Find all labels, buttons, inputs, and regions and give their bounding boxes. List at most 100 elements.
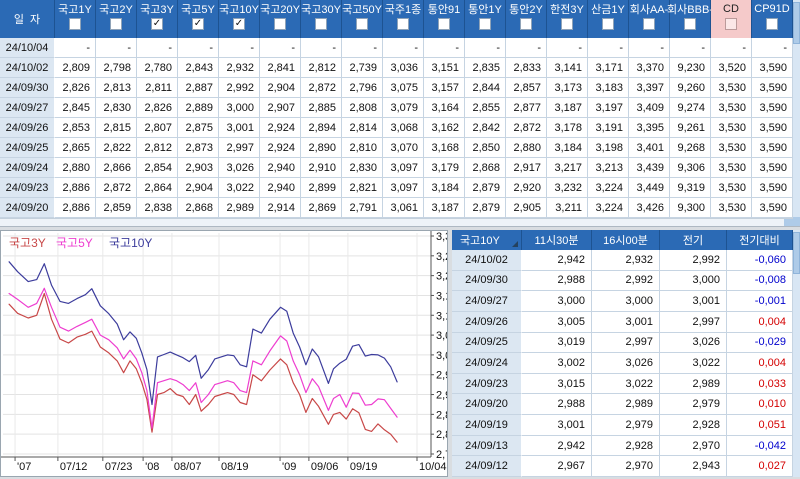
column-checkbox[interactable]: ✓ bbox=[151, 18, 163, 30]
table-row[interactable]: 24/09/122,9672,9702,9430,027 bbox=[452, 456, 793, 477]
yield-value-cell: 9,319 bbox=[670, 178, 711, 198]
column-checkbox[interactable] bbox=[561, 18, 573, 30]
column-header[interactable]: 산금1Y bbox=[588, 0, 629, 38]
yield-value-cell: - bbox=[424, 38, 465, 58]
column-header[interactable]: 전기 bbox=[660, 230, 727, 250]
column-header[interactable]: 국고10Y bbox=[452, 230, 522, 250]
yield-value-cell: 2,886 bbox=[55, 198, 96, 218]
y-tick-label: 3,150 bbox=[436, 290, 447, 302]
vertical-scrollbar[interactable] bbox=[793, 0, 800, 226]
column-checkbox[interactable] bbox=[438, 18, 450, 30]
scrollbar-thumb[interactable] bbox=[793, 2, 800, 44]
column-checkbox[interactable]: ✓ bbox=[192, 18, 204, 30]
yield-value-cell: 3,590 bbox=[752, 98, 793, 118]
table-row[interactable]: 24/09/252,8652,8222,8122,8732,9972,9242,… bbox=[0, 138, 793, 158]
table-row[interactable]: 24/09/242,8802,8662,8542,9033,0262,9402,… bbox=[0, 158, 793, 178]
x-tick-label: 07/12 bbox=[60, 461, 88, 473]
x-tick-label: 08/07 bbox=[174, 461, 202, 473]
column-header[interactable]: 국주1종 bbox=[383, 0, 424, 38]
column-header[interactable]: 회사AA- bbox=[629, 0, 670, 38]
column-checkbox[interactable] bbox=[643, 18, 655, 30]
horizontal-scrollbar[interactable] bbox=[0, 218, 793, 226]
column-header[interactable]: 국고1Y bbox=[55, 0, 96, 38]
table-row[interactable]: 24/09/262,8532,8152,8072,8753,0012,9242,… bbox=[0, 118, 793, 138]
column-checkbox[interactable] bbox=[725, 18, 737, 30]
table-row[interactable]: 24/10/04------------------ bbox=[0, 38, 793, 58]
table-row[interactable]: 24/09/263,0053,0012,9970,004 bbox=[452, 312, 793, 333]
scroll-down-button[interactable] bbox=[793, 217, 800, 226]
column-header[interactable]: 전기대비 bbox=[727, 230, 793, 250]
column-header[interactable]: 국고50Y bbox=[342, 0, 383, 38]
column-checkbox[interactable] bbox=[684, 18, 696, 30]
yield-value-cell: 9,268 bbox=[670, 138, 711, 158]
table-row[interactable]: 24/09/272,8452,8302,8262,8893,0002,9072,… bbox=[0, 98, 793, 118]
column-header[interactable]: CP91D bbox=[752, 0, 793, 38]
table-row[interactable]: 24/09/253,0192,9973,026-0,029 bbox=[452, 333, 793, 354]
yield-value-cell: 3,530 bbox=[711, 138, 752, 158]
yield-value-cell: 3,000 bbox=[660, 271, 727, 292]
column-header[interactable]: 국고5Y✓ bbox=[178, 0, 219, 38]
column-checkbox[interactable] bbox=[356, 18, 368, 30]
yield-value-cell: 2,830 bbox=[342, 158, 383, 178]
yield-value-cell: 2,826 bbox=[137, 98, 178, 118]
column-header[interactable]: 통안91 bbox=[424, 0, 465, 38]
column-checkbox[interactable] bbox=[520, 18, 532, 30]
column-header[interactable]: 11시30분 bbox=[522, 230, 592, 250]
yield-value-cell: 3,211 bbox=[547, 198, 588, 218]
column-header[interactable]: CD bbox=[711, 0, 752, 38]
y-tick-label: 3,050 bbox=[436, 330, 447, 342]
table-row[interactable]: 24/10/022,8092,7982,7802,8432,9322,8412,… bbox=[0, 58, 793, 78]
column-checkbox[interactable] bbox=[315, 18, 327, 30]
yield-value-cell: 3,590 bbox=[752, 78, 793, 98]
yield-value-cell: 2,838 bbox=[137, 198, 178, 218]
table-row[interactable]: 24/09/193,0012,9792,9280,051 bbox=[452, 415, 793, 436]
column-checkbox[interactable] bbox=[397, 18, 409, 30]
yield-value-cell: 2,904 bbox=[178, 178, 219, 198]
table-row[interactable]: 24/09/273,0003,0003,001-0,001 bbox=[452, 291, 793, 312]
table-row[interactable]: 24/09/202,9882,9892,9790,010 bbox=[452, 394, 793, 415]
yield-value-cell: 3,520 bbox=[711, 58, 752, 78]
vertical-scrollbar[interactable] bbox=[793, 230, 800, 477]
table-row[interactable]: 24/09/202,8862,8592,8382,8682,9892,9142,… bbox=[0, 198, 793, 218]
x-tick-label: '08 bbox=[145, 461, 159, 473]
yield-value-cell: 2,809 bbox=[55, 58, 96, 78]
yield-value-cell: 2,821 bbox=[342, 178, 383, 198]
column-header[interactable]: 통안1Y bbox=[465, 0, 506, 38]
column-header[interactable]: 통안2Y bbox=[506, 0, 547, 38]
column-header[interactable]: 국고20Y bbox=[260, 0, 301, 38]
table-row[interactable]: 24/09/233,0153,0222,9890,033 bbox=[452, 374, 793, 395]
column-header[interactable]: 국고3Y✓ bbox=[137, 0, 178, 38]
column-header[interactable]: 회사BBB- bbox=[670, 0, 711, 38]
column-checkbox[interactable] bbox=[602, 18, 614, 30]
checkbox-wrap bbox=[424, 18, 464, 38]
yield-value-cell: 2,872 bbox=[96, 178, 137, 198]
column-header[interactable]: 국고10Y✓ bbox=[219, 0, 260, 38]
column-checkbox[interactable] bbox=[69, 18, 81, 30]
yield-value-cell: 3,590 bbox=[752, 178, 793, 198]
yield-value-cell: 3,070 bbox=[383, 138, 424, 158]
column-checkbox[interactable] bbox=[274, 18, 286, 30]
yield-value-cell: 2,798 bbox=[96, 58, 137, 78]
column-checkbox[interactable] bbox=[110, 18, 122, 30]
yield-value-cell: 3,068 bbox=[383, 118, 424, 138]
column-checkbox[interactable]: ✓ bbox=[233, 18, 245, 30]
table-row[interactable]: 24/09/302,8262,8132,8112,8872,9922,9042,… bbox=[0, 78, 793, 98]
table-row[interactable]: 24/09/302,9882,9923,000-0,008 bbox=[452, 271, 793, 292]
column-header[interactable]: 국고30Y bbox=[301, 0, 342, 38]
column-header[interactable]: 한전3Y bbox=[547, 0, 588, 38]
table-row[interactable]: 24/09/232,8862,8722,8642,9043,0222,9402,… bbox=[0, 178, 793, 198]
table-row[interactable]: 24/10/022,9422,9322,992-0,060 bbox=[452, 250, 793, 271]
table-row[interactable]: 24/09/132,9422,9282,970-0,042 bbox=[452, 436, 793, 457]
scrollbar-thumb[interactable] bbox=[793, 232, 800, 274]
column-header[interactable]: 16시00분 bbox=[592, 230, 660, 250]
date-cell: 24/09/30 bbox=[0, 78, 55, 98]
table-row[interactable]: 24/09/243,0023,0263,0220,004 bbox=[452, 353, 793, 374]
column-header[interactable]: 국고2Y bbox=[96, 0, 137, 38]
yield-value-cell: 2,814 bbox=[342, 118, 383, 138]
yield-value-cell: 3,217 bbox=[547, 158, 588, 178]
column-checkbox[interactable] bbox=[766, 18, 778, 30]
date-cell: 24/09/20 bbox=[0, 198, 55, 218]
column-checkbox[interactable] bbox=[479, 18, 491, 30]
scrollbar-corner[interactable] bbox=[784, 219, 793, 226]
date-cell: 24/09/27 bbox=[452, 291, 522, 312]
